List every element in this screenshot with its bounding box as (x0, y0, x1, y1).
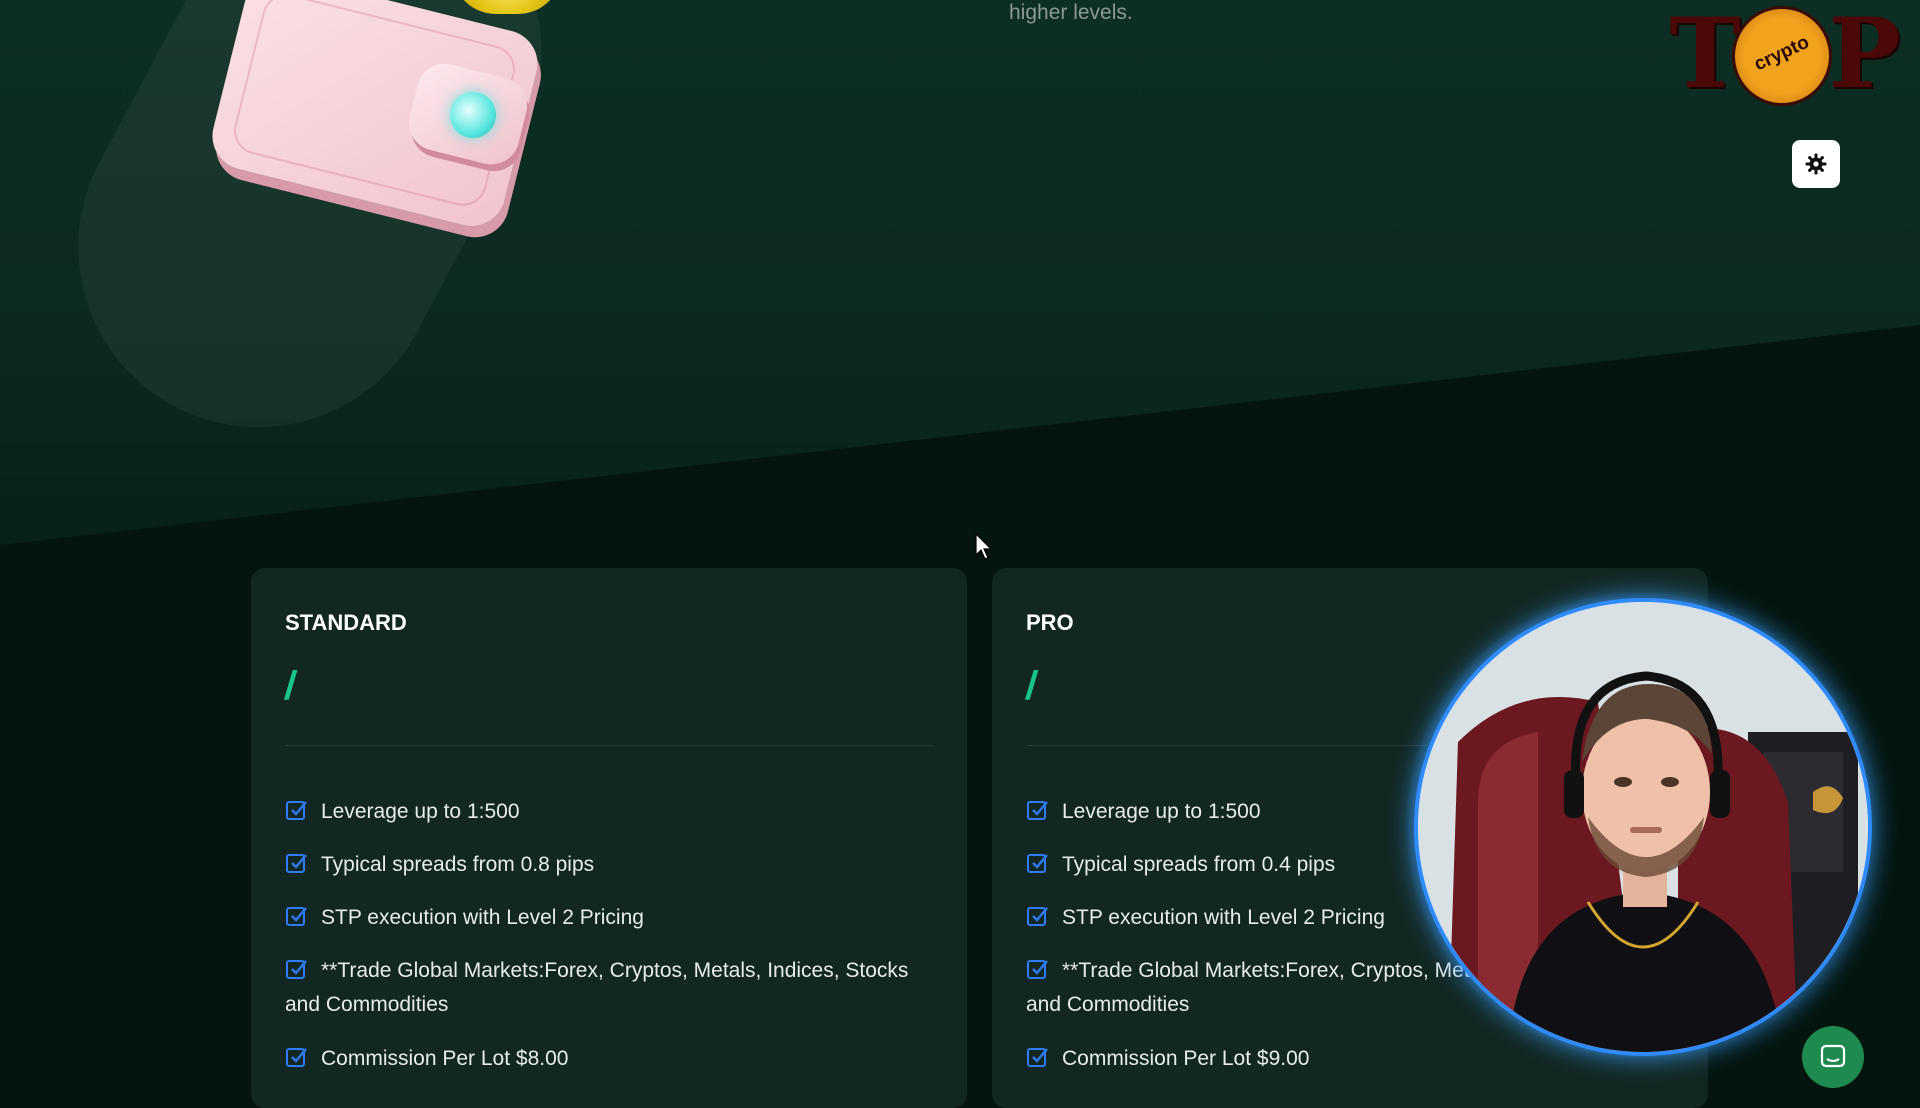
logo-badge: crypto (1732, 6, 1832, 106)
feature-item: **Trade Global Markets:Forex, Cryptos, M… (285, 954, 935, 1022)
checkbox-checked-icon (286, 854, 307, 874)
feature-item: STP execution with Level 2 Pricing (285, 901, 935, 935)
feature-text: **Trade Global Markets:Forex, Cryptos, M… (285, 959, 909, 1016)
theme-toggle-button[interactable] (1792, 140, 1840, 188)
plan-card-standard: STANDARD / Leverage up to 1:500 Typical … (251, 568, 967, 1108)
wallet-button (450, 92, 496, 138)
checkbox-checked-icon (286, 1048, 307, 1068)
checkbox-checked-icon (1027, 960, 1048, 980)
feature-text: Commission Per Lot $8.00 (321, 1047, 569, 1070)
plan-title: PRO (1026, 610, 1074, 635)
feature-text: Typical spreads from 0.8 pips (321, 853, 595, 876)
presenter-video (1418, 602, 1868, 1052)
plan-price-mark: / (282, 664, 299, 708)
plan-title: STANDARD (285, 610, 407, 635)
feature-text: Leverage up to 1:500 (1062, 800, 1261, 823)
webcam-overlay (1414, 598, 1872, 1056)
logo-badge-label: crypto (1751, 31, 1813, 76)
chat-bubble-icon (1820, 1044, 1846, 1068)
gear-icon (1805, 153, 1827, 175)
hero-tagline: higher levels. (1009, 1, 1133, 24)
card-divider (285, 745, 933, 746)
feature-text: STP execution with Level 2 Pricing (1062, 906, 1385, 929)
channel-logo: TOP crypto (1660, 4, 1912, 106)
wallet-illustration (190, 0, 570, 270)
chat-button[interactable] (1802, 1026, 1864, 1088)
feature-text: Leverage up to 1:500 (321, 800, 520, 823)
checkbox-checked-icon (1027, 854, 1048, 874)
checkbox-checked-icon (1027, 1048, 1048, 1068)
checkbox-checked-icon (286, 960, 307, 980)
checkbox-checked-icon (1027, 907, 1048, 927)
checkbox-checked-icon (286, 907, 307, 927)
hero-section (0, 0, 1920, 545)
feature-item: Leverage up to 1:500 (285, 795, 935, 829)
plan-price-mark: / (1023, 664, 1040, 708)
coin-icon (452, 0, 562, 14)
mouse-pointer-icon (975, 533, 993, 560)
feature-item: Commission Per Lot $8.00 (285, 1042, 935, 1076)
feature-text: Commission Per Lot $9.00 (1062, 1047, 1310, 1070)
feature-text: STP execution with Level 2 Pricing (321, 906, 644, 929)
feature-text: Typical spreads from 0.4 pips (1062, 853, 1336, 876)
checkbox-checked-icon (286, 801, 307, 821)
feature-item: Typical spreads from 0.8 pips (285, 848, 935, 882)
checkbox-checked-icon (1027, 801, 1048, 821)
